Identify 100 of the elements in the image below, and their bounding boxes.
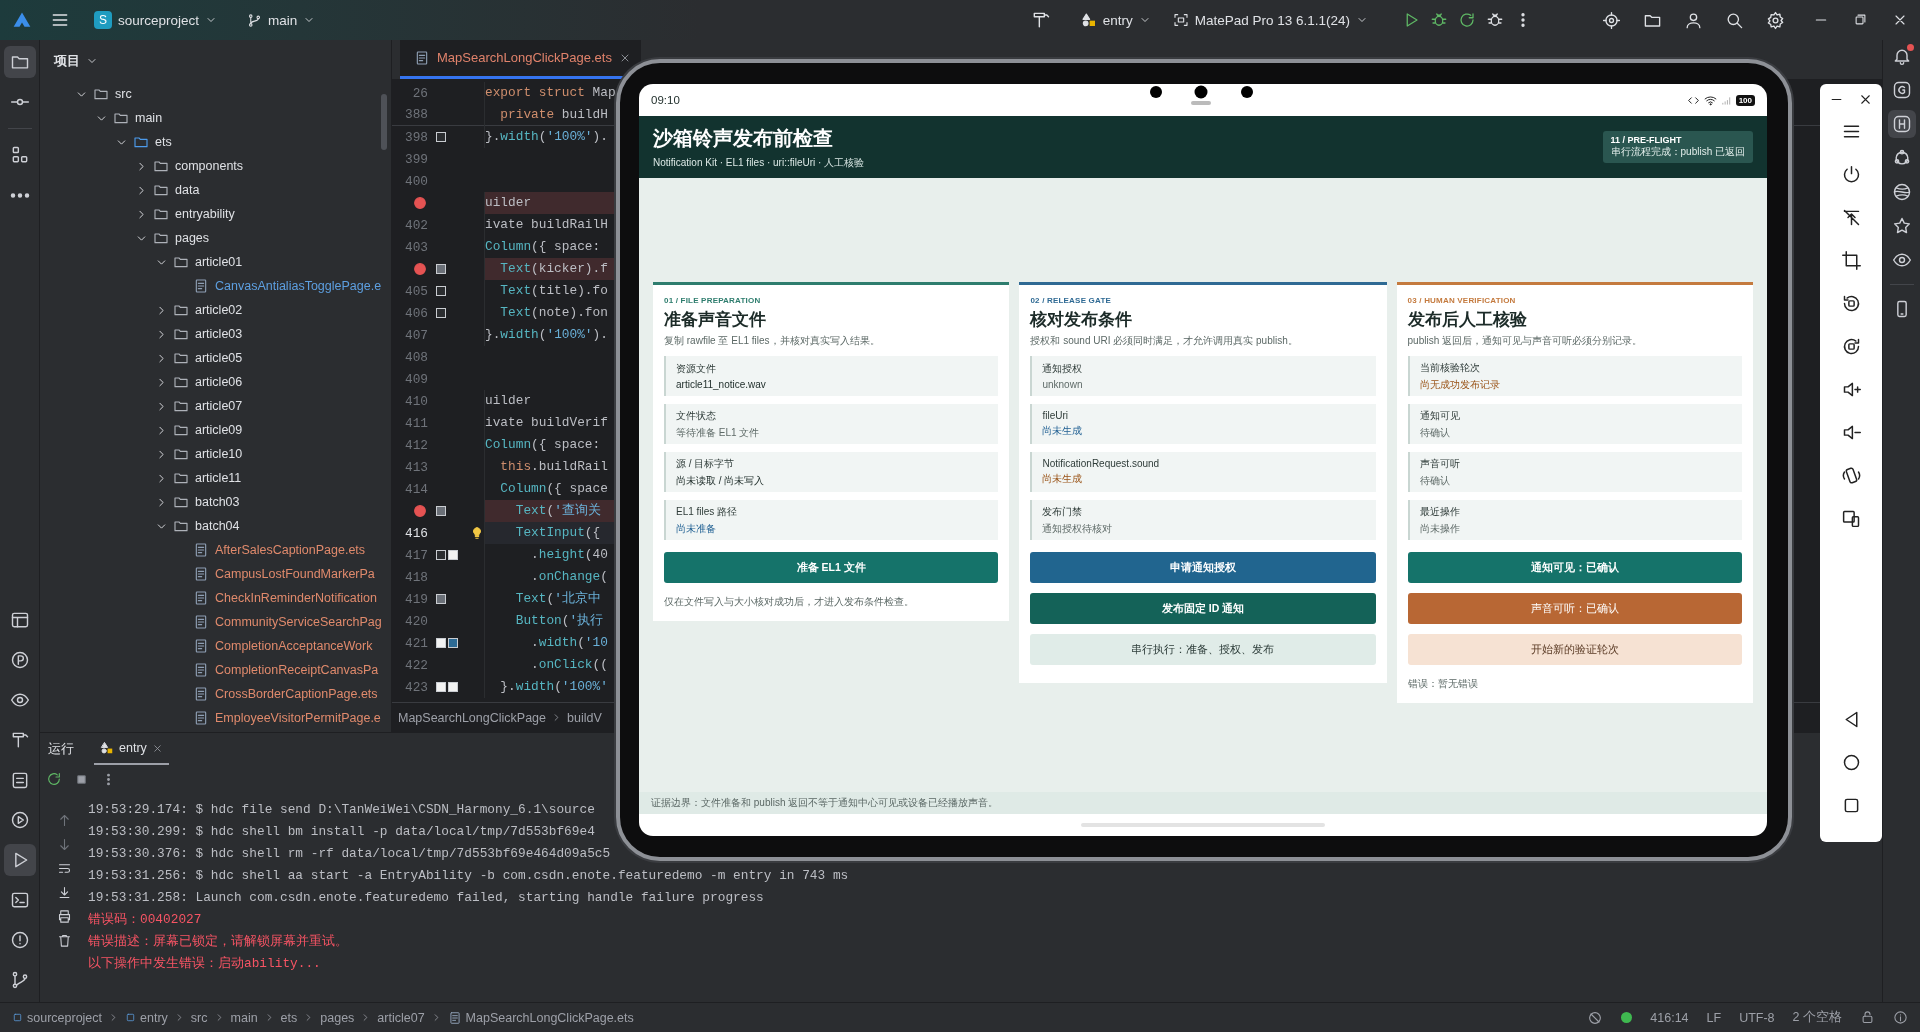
breadcrumb-item[interactable]: buildV bbox=[567, 710, 602, 725]
crop-icon[interactable] bbox=[1840, 250, 1862, 271]
tree-item[interactable]: src bbox=[40, 82, 391, 106]
action-button[interactable]: 准备 EL1 文件 bbox=[664, 552, 999, 583]
action-button[interactable]: 申请通知授权 bbox=[1030, 552, 1376, 583]
tree-item[interactable]: article11 bbox=[40, 466, 391, 490]
field-label: EL1 files 路径 bbox=[676, 504, 739, 519]
wrap-icon[interactable] bbox=[56, 861, 72, 876]
action-button[interactable]: 通知可见：已确认 bbox=[1407, 552, 1742, 583]
breakpoint-icon[interactable] bbox=[412, 503, 428, 519]
multi-device-icon[interactable] bbox=[1840, 508, 1862, 529]
tree-item[interactable]: CanvasAntialiasTogglePage.e bbox=[40, 274, 391, 298]
more-icon bbox=[9, 192, 30, 198]
breadcrumb-item[interactable]: src bbox=[190, 1010, 208, 1025]
indent-setting[interactable]: 2 个空格 bbox=[1792, 1009, 1842, 1026]
tree-item[interactable]: article05 bbox=[40, 346, 391, 370]
tree-item[interactable]: components bbox=[40, 154, 391, 178]
tree-item[interactable]: EmployeeVisitorPermitPage.e bbox=[40, 706, 391, 730]
trash-icon[interactable] bbox=[56, 933, 72, 948]
branch-selector[interactable]: main bbox=[241, 8, 322, 32]
person-icon[interactable] bbox=[1684, 10, 1703, 30]
breakpoint-icon[interactable] bbox=[412, 195, 428, 211]
run-tab[interactable]: entry bbox=[94, 733, 169, 765]
tree-item[interactable]: article10 bbox=[40, 442, 391, 466]
status-dot[interactable] bbox=[1621, 1012, 1633, 1023]
action-button[interactable]: 声音可听：已确认 bbox=[1407, 593, 1742, 624]
star-icon[interactable] bbox=[1891, 216, 1912, 236]
settings-icon[interactable] bbox=[1766, 10, 1785, 30]
breadcrumb-item[interactable]: ets bbox=[280, 1010, 298, 1025]
g-icon[interactable] bbox=[1891, 80, 1912, 100]
scrollbar[interactable] bbox=[381, 94, 387, 150]
debug-icon[interactable] bbox=[1430, 11, 1448, 29]
console-line: 19:53:30.299: $ hdc shell bm install -p data/local/tmp/7d553bf69e4 bbox=[88, 824, 595, 839]
panel-title[interactable]: 项目 bbox=[54, 52, 80, 70]
tree-item[interactable]: CommunityServiceSearchPag bbox=[40, 610, 391, 634]
tool-window-button[interactable] bbox=[3, 46, 36, 78]
breakpoint-icon[interactable] bbox=[412, 261, 428, 277]
tree-item[interactable]: AfterSalesCaptionPage.ets bbox=[40, 538, 391, 562]
breadcrumb-item[interactable]: entry bbox=[140, 1010, 168, 1025]
tree-item[interactable]: article06 bbox=[40, 370, 391, 394]
tree-item[interactable]: article09 bbox=[40, 418, 391, 442]
breadcrumb-item[interactable]: MapSearchLongClickPage bbox=[398, 710, 546, 725]
panel-title: 运行 bbox=[48, 740, 74, 758]
field-label: 资源文件 bbox=[676, 362, 717, 376]
step-title: 核对发布条件 bbox=[1030, 309, 1134, 331]
breadcrumb-item[interactable]: main bbox=[230, 1010, 258, 1025]
bug-icon[interactable] bbox=[1486, 11, 1504, 29]
line-ending[interactable]: LF bbox=[1706, 1010, 1722, 1025]
h-icon[interactable] bbox=[1891, 114, 1912, 134]
close-icon[interactable] bbox=[1858, 92, 1873, 107]
breadcrumb-item[interactable]: sourceproject bbox=[27, 1010, 103, 1025]
field-label: NotificationRequest.sound bbox=[1042, 458, 1161, 469]
tree-item[interactable]: main bbox=[40, 106, 391, 130]
tree-item[interactable]: article03 bbox=[40, 322, 391, 346]
lock-icon[interactable] bbox=[1860, 1010, 1875, 1025]
breadcrumb-item[interactable]: pages bbox=[320, 1010, 355, 1025]
breadcrumb-item[interactable]: article07 bbox=[377, 1010, 425, 1025]
restore-icon[interactable] bbox=[1853, 12, 1868, 27]
device-selector[interactable]: MatePad Pro 13 6.1.1(24) bbox=[1166, 8, 1374, 32]
tree-item[interactable]: CompletionReceiptCanvasPa bbox=[40, 658, 391, 682]
tree-item[interactable]: CrossBorderCaptionPage.ets bbox=[40, 682, 391, 706]
tool-window-button[interactable] bbox=[3, 844, 36, 876]
lightbulb-icon[interactable] bbox=[470, 526, 484, 540]
tree-item[interactable]: article02 bbox=[40, 298, 391, 322]
tree-item[interactable]: CompletionAcceptanceWork bbox=[40, 634, 391, 658]
tree-item[interactable]: batch04 bbox=[40, 514, 391, 538]
no-access-icon[interactable] bbox=[1587, 1009, 1604, 1026]
gutter-marker-icon bbox=[448, 638, 458, 648]
status-note: 仅在文件写入与大小核对成功后，才进入发布条件检查。 bbox=[664, 595, 915, 609]
action-button[interactable]: 串行执行：准备、授权、发布 bbox=[1030, 634, 1376, 665]
layout-icon bbox=[9, 610, 30, 630]
field-value: 尚未生成 bbox=[1042, 472, 1084, 486]
tree-item[interactable]: CampusLostFoundMarkerPa bbox=[40, 562, 391, 586]
rerun-icon[interactable] bbox=[46, 771, 62, 787]
cursor-position[interactable]: 416:14 bbox=[1650, 1010, 1689, 1025]
print-icon[interactable] bbox=[56, 909, 72, 924]
rerun-icon[interactable] bbox=[1458, 11, 1476, 29]
editor-tab[interactable]: MapSearchLongClickPage.ets bbox=[400, 40, 641, 79]
globe-icon[interactable] bbox=[1891, 182, 1912, 202]
shapes-icon bbox=[1080, 12, 1097, 28]
tree-item[interactable]: pages bbox=[40, 226, 391, 250]
run-config-selector[interactable]: entry bbox=[1074, 8, 1157, 32]
shake-icon[interactable] bbox=[1840, 465, 1862, 486]
file-icon bbox=[193, 710, 209, 726]
target-icon[interactable] bbox=[1602, 10, 1621, 30]
step-kicker: 02 / RELEASE GATE bbox=[1030, 296, 1113, 305]
scroll-end-icon[interactable] bbox=[56, 885, 72, 900]
breadcrumb-item[interactable]: MapSearchLongClickPage.ets bbox=[465, 1010, 634, 1025]
action-button[interactable]: 发布固定 ID 通知 bbox=[1030, 593, 1376, 624]
tree-item[interactable]: article07 bbox=[40, 394, 391, 418]
action-button[interactable]: 开始新的验证轮次 bbox=[1407, 634, 1742, 665]
tree-item[interactable]: article01 bbox=[40, 250, 391, 274]
tree-item[interactable]: batch03 bbox=[40, 490, 391, 514]
tree-item[interactable]: CheckInReminderNotification bbox=[40, 586, 391, 610]
tree-item[interactable]: ets bbox=[40, 130, 391, 154]
project-selector[interactable]: S sourceproject bbox=[88, 7, 224, 33]
tree-item[interactable]: entryability bbox=[40, 202, 391, 226]
info-icon[interactable] bbox=[1893, 1010, 1908, 1025]
encoding[interactable]: UTF-8 bbox=[1739, 1010, 1775, 1025]
tree-item[interactable]: data bbox=[40, 178, 391, 202]
